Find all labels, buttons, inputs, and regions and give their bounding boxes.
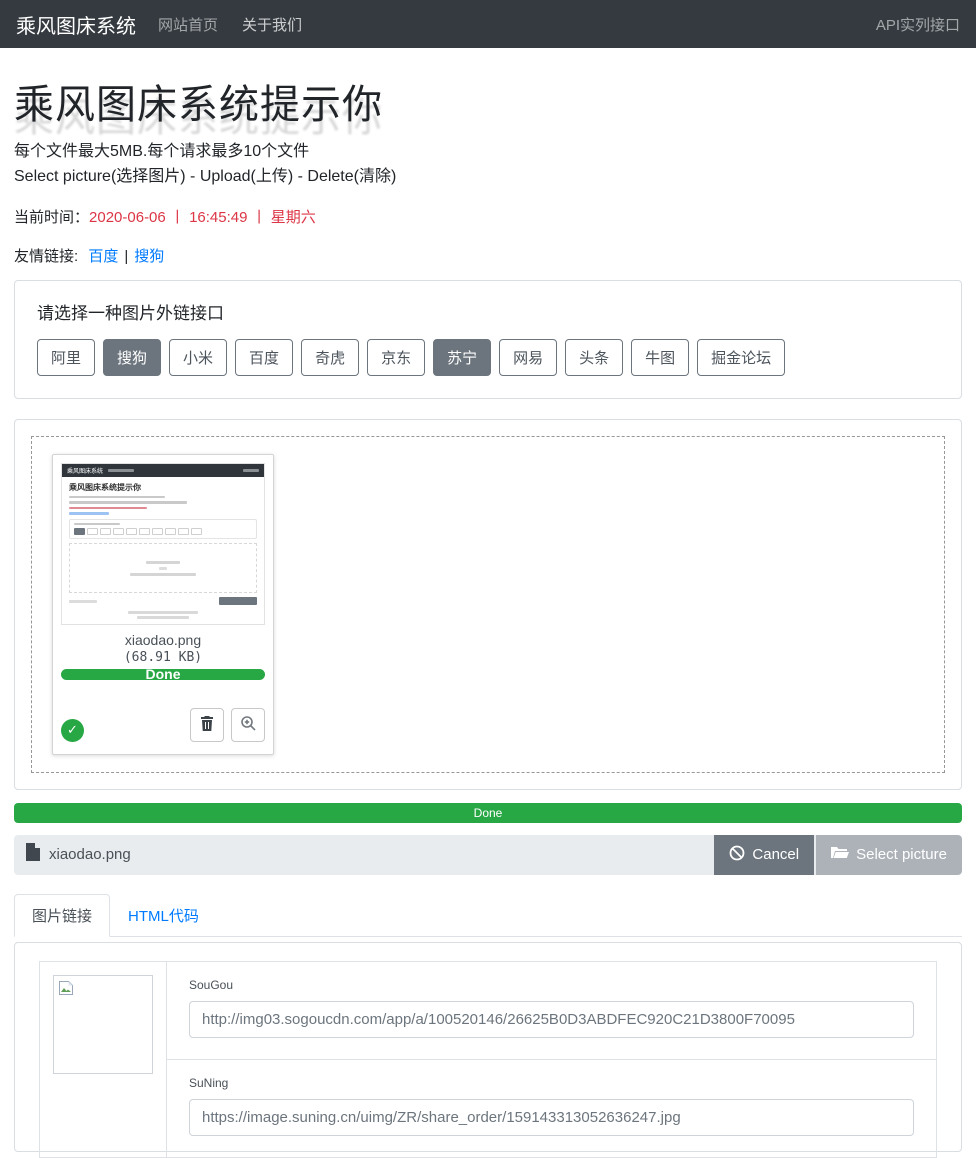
file-display[interactable]: xiaodao.png: [14, 835, 714, 875]
result-thumb-cell: [40, 962, 167, 1157]
upload-card: 乘风图床系统 乘风图床系统提示你: [14, 419, 962, 790]
usage-text: Select picture(选择图片) - Upload(上传) - Dele…: [14, 165, 962, 190]
success-check-icon: ✓: [61, 719, 84, 742]
select-picture-button[interactable]: Select picture: [816, 835, 962, 875]
trash-icon: [199, 715, 215, 735]
interface-button-qihu[interactable]: 奇虎: [301, 339, 359, 376]
nav-item-about[interactable]: 关于我们: [242, 14, 302, 35]
brand-link[interactable]: 乘风图床系统: [16, 10, 136, 39]
friend-links-row: 友情链接: 百度 | 搜狗: [14, 245, 962, 266]
nav-item-home[interactable]: 网站首页: [158, 14, 218, 35]
mini-page-title: 乘风图床系统提示你: [69, 482, 257, 493]
interface-button-wangyi[interactable]: 网易: [499, 339, 557, 376]
navbar: 乘风图床系统 网站首页 关于我们 API实列接口: [0, 0, 976, 48]
interface-button-ali[interactable]: 阿里: [37, 339, 95, 376]
result-row-suning: SuNing: [167, 1060, 936, 1157]
dropzone[interactable]: 乘风图床系统 乘风图床系统提示你: [31, 436, 945, 773]
current-time-label: 当前时间：: [14, 209, 89, 226]
main-container: 乘风图床系统提示你 每个文件最大5MB.每个请求最多10个文件 Select p…: [0, 48, 976, 1152]
links-panel: SouGou SuNing: [14, 942, 962, 1152]
interface-button-niutu[interactable]: 牛图: [631, 339, 689, 376]
friend-links-label: 友情链接:: [14, 248, 78, 265]
result-row-sougou: SouGou: [167, 962, 936, 1060]
nav-item-api[interactable]: API实列接口: [876, 14, 960, 35]
selected-file-name: xiaodao.png: [49, 846, 131, 863]
cancel-button[interactable]: Cancel: [714, 835, 814, 875]
preview-progress-label: Done: [146, 669, 181, 680]
interface-button-xiaomi[interactable]: 小米: [169, 339, 227, 376]
interface-panel-title: 请选择一种图片外链接口: [37, 299, 939, 324]
sougou-url-input[interactable]: [189, 1001, 914, 1038]
interface-button-suning[interactable]: 苏宁: [433, 339, 491, 376]
ban-icon: [729, 845, 745, 865]
result-tabs: 图片链接 HTML代码: [14, 894, 962, 937]
global-progress-label: Done: [474, 806, 503, 820]
interface-button-juejin[interactable]: 掘金论坛: [697, 339, 785, 376]
folder-icon: [831, 845, 849, 864]
preview-thumbnail: 乘风图床系统 乘风图床系统提示你: [61, 463, 265, 625]
interface-button-toutiao[interactable]: 头条: [565, 339, 623, 376]
interface-panel: 请选择一种图片外链接口 阿里搜狗小米百度奇虎京东苏宁网易头条牛图掘金论坛: [14, 280, 962, 399]
broken-image-icon: [58, 983, 74, 1000]
friend-link-baidu[interactable]: 百度: [88, 248, 118, 265]
interface-button-jd[interactable]: 京东: [367, 339, 425, 376]
result-thumbnail: [53, 975, 153, 1074]
page-title: 乘风图床系统提示你: [14, 72, 962, 130]
tab-image-links[interactable]: 图片链接: [14, 894, 110, 937]
result-fields: SouGou SuNing: [167, 962, 936, 1157]
file-input-row: xiaodao.png Cancel Select picture: [14, 835, 962, 875]
interface-button-sogou[interactable]: 搜狗: [103, 339, 161, 376]
friend-link-sogou[interactable]: 搜狗: [134, 248, 164, 265]
upload-preview-card: 乘风图床系统 乘风图床系统提示你: [52, 454, 274, 755]
delete-image-button[interactable]: [190, 708, 224, 742]
sougou-label: SouGou: [189, 978, 914, 992]
mini-brand-text: 乘风图床系统: [67, 466, 103, 475]
suning-url-input[interactable]: [189, 1099, 914, 1136]
mini-navbar: 乘风图床系统: [62, 464, 264, 477]
magnifier-plus-icon: [240, 715, 257, 735]
interface-button-row: 阿里搜狗小米百度奇虎京东苏宁网易头条牛图掘金论坛: [37, 339, 939, 376]
zoom-image-button[interactable]: [231, 708, 265, 742]
tab-html-code[interactable]: HTML代码: [110, 894, 217, 937]
interface-button-baidu[interactable]: 百度: [235, 339, 293, 376]
friend-links-separator: |: [124, 248, 128, 265]
current-time-row: 当前时间：2020-06-06 丨 16:45:49 丨 星期六: [14, 206, 962, 227]
result-box: SouGou SuNing: [39, 961, 937, 1158]
file-icon: [26, 843, 40, 866]
preview-filesize: (68.91 KB): [61, 650, 265, 665]
preview-progress-bar: Done: [61, 669, 265, 680]
suning-label: SuNing: [189, 1076, 914, 1090]
current-time-value: 2020-06-06 丨 16:45:49 丨 星期六: [89, 209, 316, 226]
preview-filename: xiaodao.png: [61, 632, 265, 648]
global-progress-bar: Done: [14, 803, 962, 823]
limit-text: 每个文件最大5MB.每个请求最多10个文件: [14, 140, 962, 165]
